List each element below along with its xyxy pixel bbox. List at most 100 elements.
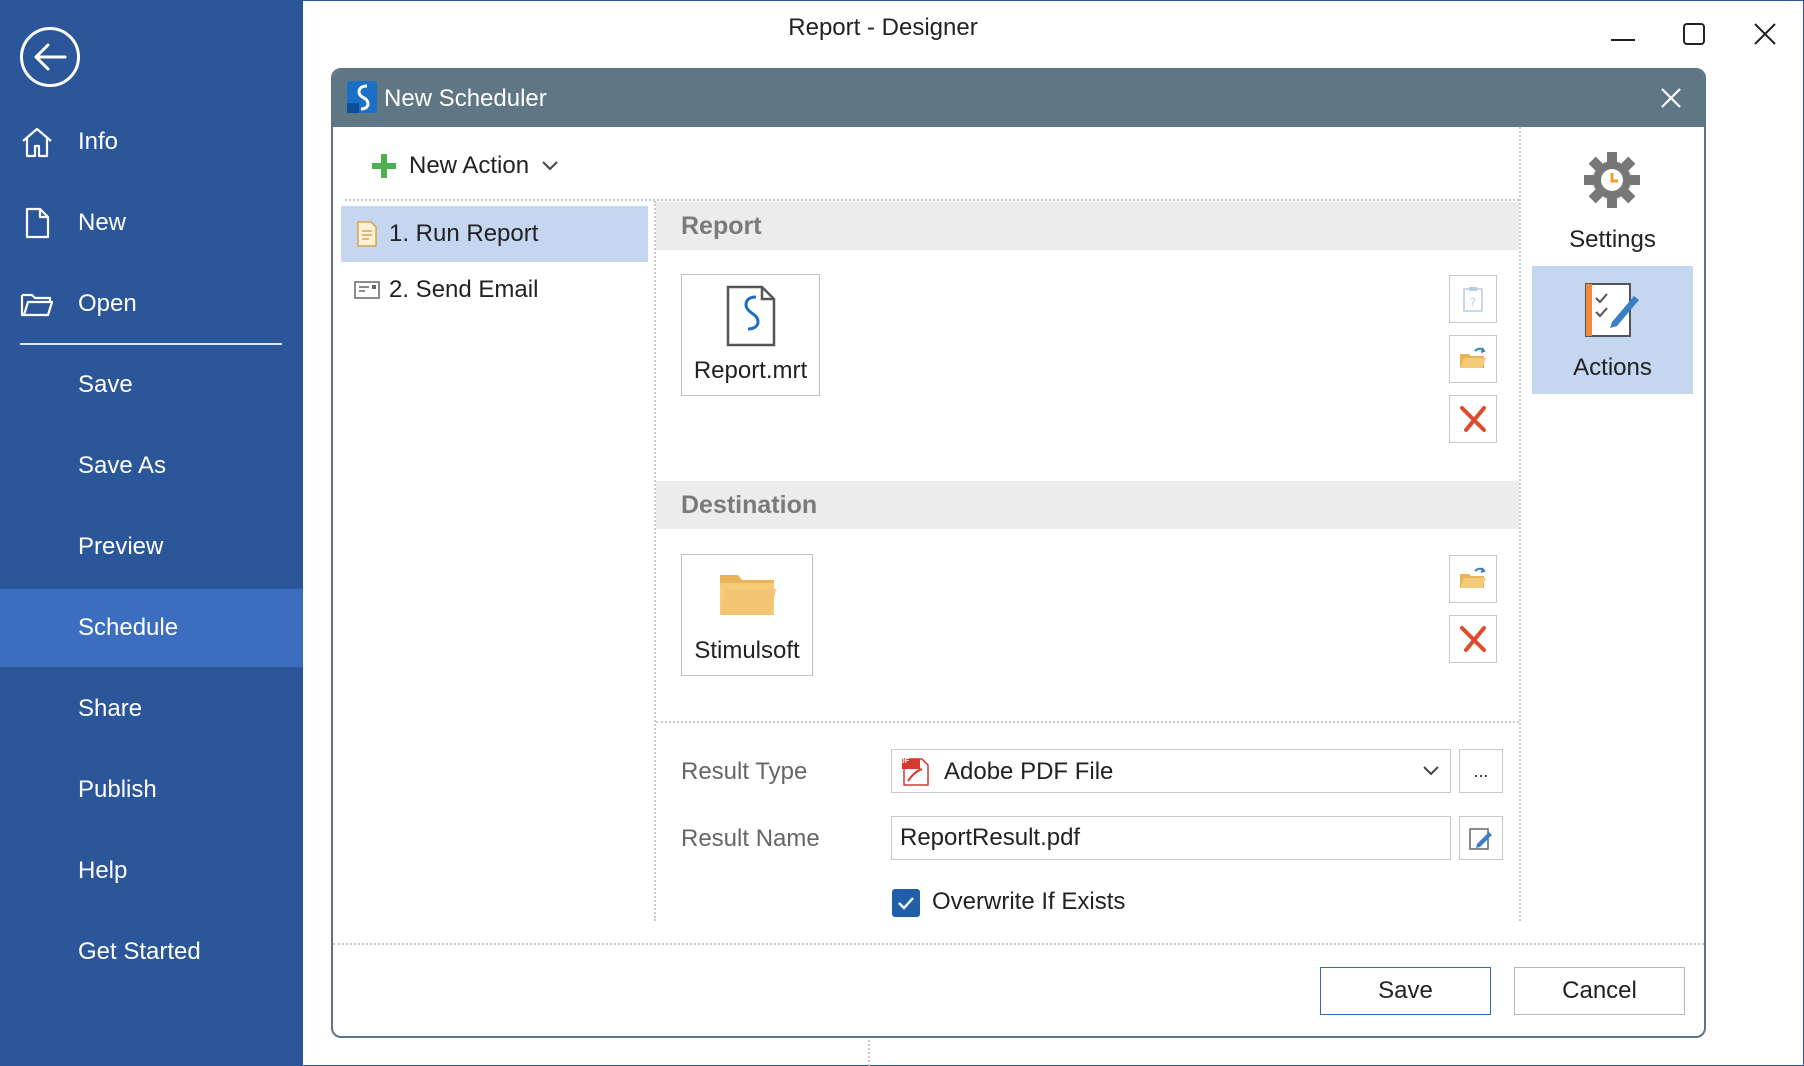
stimulsoft-logo-icon xyxy=(347,81,377,113)
sidebar-item-save[interactable]: Save xyxy=(0,346,303,424)
edit-expression-icon xyxy=(1469,828,1492,850)
destination-folder-label: Stimulsoft xyxy=(694,637,800,664)
settings-panel-button[interactable]: Settings xyxy=(1532,138,1693,266)
sidebar-item-label: New xyxy=(78,209,127,236)
background-guide-line xyxy=(868,1040,870,1066)
dialog-close-icon[interactable] xyxy=(1656,83,1686,113)
right-panel-separator xyxy=(1519,127,1521,921)
maximize-icon xyxy=(1683,23,1705,45)
sidebar-item-label: Publish xyxy=(78,776,157,803)
sidebar-item-label: Preview xyxy=(78,533,164,560)
pdf-badge-text: PDF xyxy=(895,758,909,765)
file-icon xyxy=(25,207,50,239)
open-folder-icon xyxy=(1460,567,1486,588)
result-type-value: Adobe PDF File xyxy=(944,758,1114,785)
actions-list-separator xyxy=(654,201,656,921)
destination-section-header: Destination xyxy=(656,481,1519,529)
back-button[interactable] xyxy=(20,27,80,87)
destination-folder-tile[interactable]: Stimulsoft xyxy=(681,554,813,676)
edit-expression-button[interactable] xyxy=(1459,816,1503,860)
chevron-down-icon xyxy=(1423,766,1439,776)
delete-icon xyxy=(1460,406,1486,432)
destination-section-title: Destination xyxy=(681,490,818,519)
settings-panel-label: Settings xyxy=(1569,226,1656,253)
report-file-label: Report.mrt xyxy=(693,357,808,384)
minimize-button[interactable] xyxy=(1601,14,1645,54)
actions-checklist-icon xyxy=(1585,283,1639,337)
actions-panel-label: Actions xyxy=(1573,354,1652,381)
backstage-sidebar: Info New Open Save Save As Preview Sched… xyxy=(0,0,303,1066)
checkmark-icon xyxy=(898,897,914,910)
report-section-title: Report xyxy=(681,211,762,240)
sidebar-item-preview[interactable]: Preview xyxy=(0,508,303,586)
minimize-icon xyxy=(1611,39,1635,41)
sidebar-item-label: Share xyxy=(78,695,143,722)
action-item-label: 2. Send Email xyxy=(389,276,539,303)
chevron-down-icon xyxy=(542,161,558,171)
sidebar-item-label: Save xyxy=(78,371,133,398)
result-section-separator xyxy=(656,721,1519,723)
sidebar-item-get-started[interactable]: Get Started xyxy=(0,913,303,991)
arrow-left-icon xyxy=(34,43,67,71)
result-type-options-button[interactable]: ... xyxy=(1459,749,1503,793)
sidebar-item-open[interactable]: Open xyxy=(0,265,303,343)
sidebar-item-label: Get Started xyxy=(78,938,201,965)
home-icon xyxy=(22,127,52,158)
sidebar-item-new[interactable]: New xyxy=(0,184,303,262)
action-item-send-email[interactable]: 2. Send Email xyxy=(341,262,648,318)
overwrite-checkbox[interactable] xyxy=(892,889,920,917)
paste-report-button[interactable]: ? xyxy=(1449,275,1497,323)
save-button[interactable]: Save xyxy=(1320,967,1491,1015)
sidebar-item-label: Info xyxy=(78,128,119,155)
toolbar-separator xyxy=(345,199,1519,201)
new-action-button[interactable]: New Action xyxy=(369,148,559,184)
svg-text:?: ? xyxy=(1470,296,1476,309)
sidebar-item-help[interactable]: Help xyxy=(0,832,303,910)
window-title: Report - Designer xyxy=(788,14,978,41)
plus-icon xyxy=(372,154,396,178)
remove-destination-button[interactable] xyxy=(1449,615,1497,663)
actions-panel-button[interactable]: Actions xyxy=(1532,266,1693,394)
action-item-label: 1. Run Report xyxy=(389,220,539,247)
report-section-header: Report xyxy=(656,202,1519,250)
more-options-label: ... xyxy=(1473,760,1489,781)
sidebar-item-save-as[interactable]: Save As xyxy=(0,427,303,505)
dialog-title: New Scheduler xyxy=(384,85,547,112)
sidebar-item-schedule[interactable]: Schedule xyxy=(0,589,303,667)
result-type-select[interactable]: PDF Adobe PDF File xyxy=(891,749,1451,793)
result-type-label: Result Type xyxy=(681,758,808,785)
open-destination-button[interactable] xyxy=(1449,555,1497,603)
new-action-label: New Action xyxy=(409,152,530,179)
report-page-icon xyxy=(357,221,377,247)
maximize-button[interactable] xyxy=(1672,14,1716,54)
sidebar-item-label: Schedule xyxy=(78,614,179,641)
sidebar-divider xyxy=(20,343,282,345)
gear-icon xyxy=(1584,152,1640,208)
sidebar-item-publish[interactable]: Publish xyxy=(0,751,303,829)
window-title-bar: Report - Designer xyxy=(303,0,1804,60)
dialog-header: New Scheduler xyxy=(333,70,1704,127)
cancel-button[interactable]: Cancel xyxy=(1514,967,1685,1015)
clipboard-icon: ? xyxy=(1463,287,1483,312)
email-icon xyxy=(354,281,380,299)
close-icon xyxy=(1754,23,1776,45)
open-report-button[interactable] xyxy=(1449,335,1497,383)
action-item-run-report[interactable]: 1. Run Report xyxy=(341,206,648,262)
sidebar-item-share[interactable]: Share xyxy=(0,670,303,748)
sidebar-item-info[interactable]: Info xyxy=(0,103,303,181)
report-file-icon xyxy=(726,285,776,347)
footer-separator xyxy=(333,943,1704,945)
report-file-tile[interactable]: Report.mrt xyxy=(681,274,820,396)
delete-icon xyxy=(1460,626,1486,652)
result-name-input[interactable] xyxy=(891,816,1451,860)
sidebar-item-label: Open xyxy=(78,290,137,317)
result-name-label: Result Name xyxy=(681,825,820,852)
sidebar-item-label: Save As xyxy=(78,452,167,479)
sidebar-item-label: Help xyxy=(78,857,128,884)
open-folder-icon xyxy=(1460,347,1486,368)
overwrite-label: Overwrite If Exists xyxy=(932,888,1126,915)
remove-report-button[interactable] xyxy=(1449,395,1497,443)
destination-folder-icon xyxy=(720,575,776,615)
close-window-button[interactable] xyxy=(1743,14,1787,54)
new-scheduler-dialog: New Scheduler New Action 1. Run Report 2… xyxy=(331,68,1706,1038)
